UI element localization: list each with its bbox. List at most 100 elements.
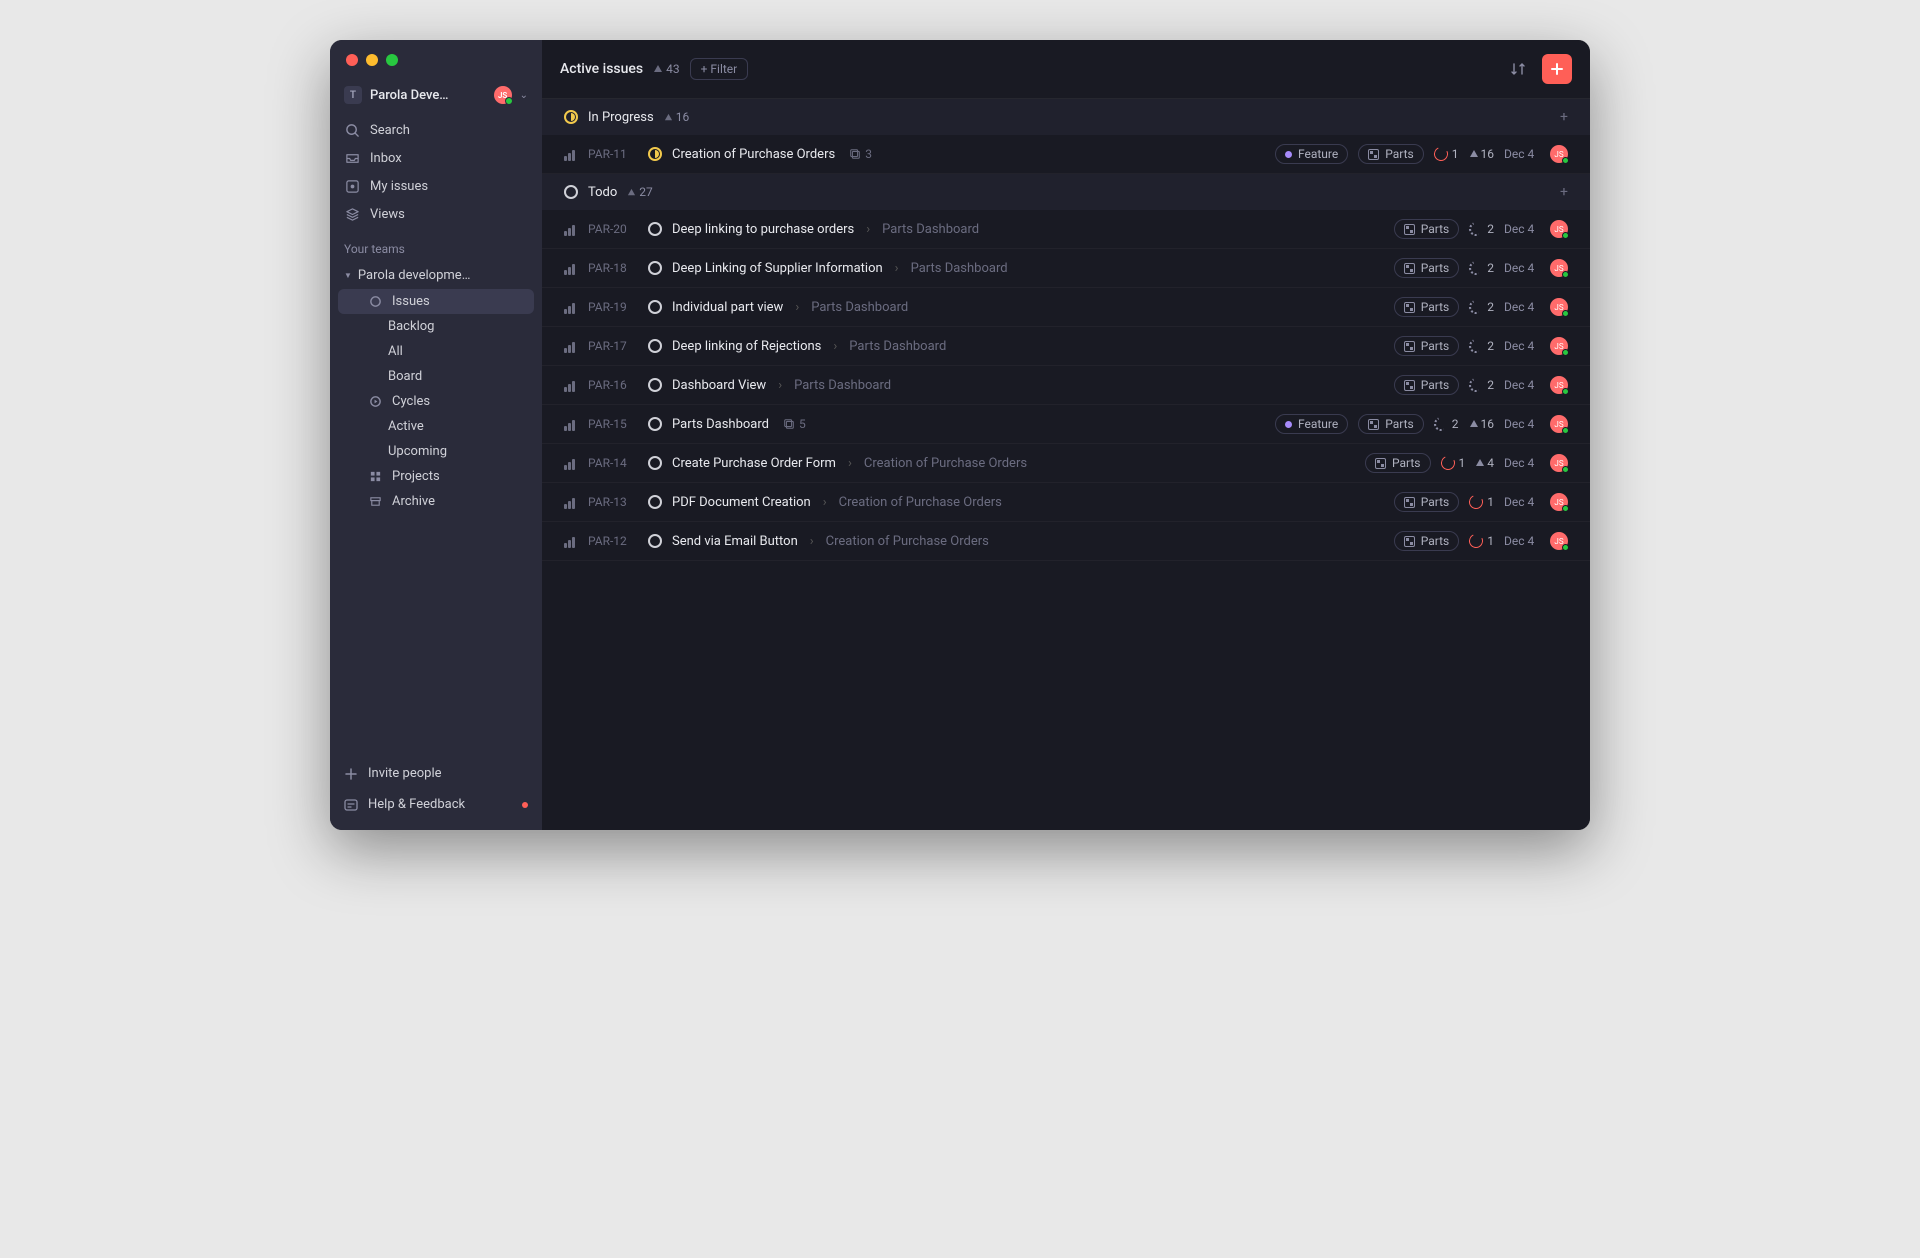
project-pill[interactable]: Parts bbox=[1358, 414, 1424, 434]
priority-icon[interactable] bbox=[564, 261, 578, 275]
issue-parent: Parts Dashboard bbox=[882, 222, 979, 237]
cycle-indicator[interactable]: 2 bbox=[1469, 378, 1494, 392]
caret-down-icon: ▼ bbox=[344, 271, 352, 280]
status-icon[interactable] bbox=[648, 534, 662, 548]
invite-people[interactable]: Invite people bbox=[330, 758, 542, 789]
assignee-avatar[interactable]: JS bbox=[1550, 532, 1568, 550]
nav-my-issues[interactable]: My issues bbox=[330, 172, 542, 200]
sidebar-item-archive[interactable]: Archive bbox=[338, 489, 534, 514]
workspace-switcher[interactable]: T Parola Deve… JS ⌄ bbox=[330, 80, 542, 116]
project-icon bbox=[1404, 302, 1415, 313]
issue-row[interactable]: PAR-11 Creation of Purchase Orders 3 Fea… bbox=[542, 135, 1590, 174]
maximize-window-button[interactable] bbox=[386, 54, 398, 66]
project-pill[interactable]: Parts bbox=[1394, 375, 1460, 395]
status-icon[interactable] bbox=[648, 300, 662, 314]
assignee-avatar[interactable]: JS bbox=[1550, 220, 1568, 238]
cycle-indicator[interactable]: 1 bbox=[1434, 147, 1459, 161]
label-feature[interactable]: Feature bbox=[1275, 144, 1348, 164]
assignee-avatar[interactable]: JS bbox=[1550, 415, 1568, 433]
priority-icon[interactable] bbox=[564, 378, 578, 392]
priority-icon[interactable] bbox=[564, 222, 578, 236]
minimize-window-button[interactable] bbox=[366, 54, 378, 66]
priority-icon[interactable] bbox=[564, 300, 578, 314]
issue-row[interactable]: PAR-12 Send via Email Button › Creation … bbox=[542, 522, 1590, 561]
issue-row[interactable]: PAR-17 Deep linking of Rejections › Part… bbox=[542, 327, 1590, 366]
cycle-indicator[interactable]: 2 bbox=[1434, 417, 1459, 431]
status-icon[interactable] bbox=[648, 417, 662, 431]
cycle-indicator[interactable]: 2 bbox=[1469, 222, 1494, 236]
nav-inbox[interactable]: Inbox bbox=[330, 144, 542, 172]
project-pill[interactable]: Parts bbox=[1394, 219, 1460, 239]
help-feedback[interactable]: Help & Feedback bbox=[330, 789, 542, 820]
filter-button[interactable]: + Filter bbox=[690, 58, 749, 80]
project-pill[interactable]: Parts bbox=[1358, 144, 1424, 164]
cycle-indicator[interactable]: 1 bbox=[1441, 456, 1466, 470]
cycle-indicator[interactable]: 2 bbox=[1469, 339, 1494, 353]
status-icon[interactable] bbox=[648, 147, 662, 161]
plus-icon bbox=[344, 767, 358, 781]
status-icon[interactable] bbox=[648, 222, 662, 236]
priority-icon[interactable] bbox=[564, 417, 578, 431]
assignee-avatar[interactable]: JS bbox=[1550, 454, 1568, 472]
window-controls bbox=[346, 54, 398, 66]
sort-button[interactable] bbox=[1504, 55, 1532, 83]
issue-row[interactable]: PAR-19 Individual part view › Parts Dash… bbox=[542, 288, 1590, 327]
status-icon[interactable] bbox=[648, 378, 662, 392]
issue-row[interactable]: PAR-18 Deep Linking of Supplier Informat… bbox=[542, 249, 1590, 288]
project-pill[interactable]: Parts bbox=[1394, 258, 1460, 278]
project-icon bbox=[1375, 458, 1386, 469]
project-pill[interactable]: Parts bbox=[1394, 531, 1460, 551]
cycle-indicator[interactable]: 1 bbox=[1469, 534, 1494, 548]
due-date: Dec 4 bbox=[1504, 378, 1540, 392]
app-window: T Parola Deve… JS ⌄ SearchInboxMy issues… bbox=[330, 40, 1590, 830]
close-window-button[interactable] bbox=[346, 54, 358, 66]
cycle-indicator[interactable]: 1 bbox=[1469, 495, 1494, 509]
sidebar-item-active[interactable]: Active bbox=[338, 414, 534, 439]
nav-views[interactable]: Views bbox=[330, 200, 542, 228]
assignee-avatar[interactable]: JS bbox=[1550, 298, 1568, 316]
user-avatar[interactable]: JS bbox=[494, 86, 512, 104]
new-issue-button[interactable] bbox=[1542, 54, 1572, 84]
status-icon[interactable] bbox=[648, 261, 662, 275]
project-pill[interactable]: Parts bbox=[1365, 453, 1431, 473]
priority-icon[interactable] bbox=[564, 147, 578, 161]
add-issue-button[interactable]: + bbox=[1560, 184, 1568, 200]
sidebar-item-issues[interactable]: Issues bbox=[338, 289, 534, 314]
status-icon[interactable] bbox=[648, 495, 662, 509]
issue-row[interactable]: PAR-16 Dashboard View › Parts Dashboard … bbox=[542, 366, 1590, 405]
assignee-avatar[interactable]: JS bbox=[1550, 259, 1568, 277]
issue-row[interactable]: PAR-15 Parts Dashboard 5 FeatureParts216… bbox=[542, 405, 1590, 444]
group-header-in-progress[interactable]: In Progress 16 + bbox=[542, 99, 1590, 135]
assignee-avatar[interactable]: JS bbox=[1550, 493, 1568, 511]
project-pill[interactable]: Parts bbox=[1394, 297, 1460, 317]
group-header-todo[interactable]: Todo 27 + bbox=[542, 174, 1590, 210]
issue-row[interactable]: PAR-20 Deep linking to purchase orders ›… bbox=[542, 210, 1590, 249]
sidebar-item-upcoming[interactable]: Upcoming bbox=[338, 439, 534, 464]
status-icon[interactable] bbox=[648, 456, 662, 470]
nav-search[interactable]: Search bbox=[330, 116, 542, 144]
label-feature[interactable]: Feature bbox=[1275, 414, 1348, 434]
notification-dot-icon bbox=[522, 802, 528, 808]
sidebar-item-backlog[interactable]: Backlog bbox=[338, 314, 534, 339]
assignee-avatar[interactable]: JS bbox=[1550, 145, 1568, 163]
project-pill[interactable]: Parts bbox=[1394, 492, 1460, 512]
assignee-avatar[interactable]: JS bbox=[1550, 376, 1568, 394]
assignee-avatar[interactable]: JS bbox=[1550, 337, 1568, 355]
status-icon[interactable] bbox=[648, 339, 662, 353]
priority-icon[interactable] bbox=[564, 495, 578, 509]
team-toggle[interactable]: ▼ Parola developme… bbox=[330, 262, 542, 289]
cycle-indicator[interactable]: 2 bbox=[1469, 300, 1494, 314]
issue-row[interactable]: PAR-14 Create Purchase Order Form › Crea… bbox=[542, 444, 1590, 483]
sidebar-item-all[interactable]: All bbox=[338, 339, 534, 364]
sidebar-item-cycles[interactable]: Cycles bbox=[338, 389, 534, 414]
priority-icon[interactable] bbox=[564, 339, 578, 353]
project-pill[interactable]: Parts bbox=[1394, 336, 1460, 356]
cycle-indicator[interactable]: 2 bbox=[1469, 261, 1494, 275]
priority-icon[interactable] bbox=[564, 456, 578, 470]
priority-icon[interactable] bbox=[564, 534, 578, 548]
issue-row[interactable]: PAR-13 PDF Document Creation › Creation … bbox=[542, 483, 1590, 522]
add-issue-button[interactable]: + bbox=[1560, 109, 1568, 125]
sidebar-item-board[interactable]: Board bbox=[338, 364, 534, 389]
cycle-icon bbox=[1467, 493, 1485, 511]
sidebar-item-projects[interactable]: Projects bbox=[338, 464, 534, 489]
